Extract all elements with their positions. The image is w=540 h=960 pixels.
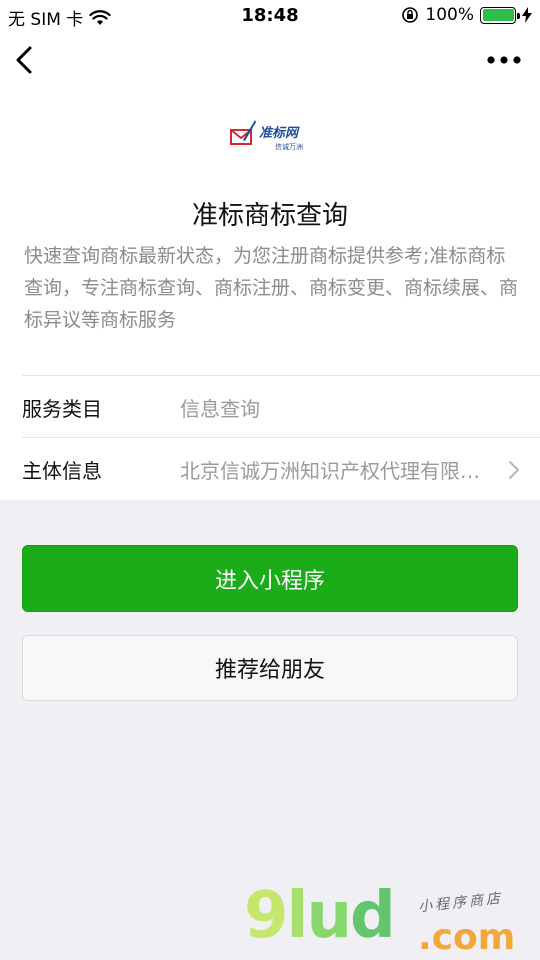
- battery-percent: 100%: [425, 5, 474, 25]
- enter-miniprogram-button[interactable]: 进入小程序: [22, 545, 518, 612]
- screen: 无 SIM 卡 18:48 100% 准标网 信诚万洲 准标商标查询 快速查询商…: [0, 0, 540, 960]
- watermark-l: l: [286, 879, 309, 953]
- logo-name: 准标网: [259, 126, 299, 141]
- status-bar: 无 SIM 卡 18:48 100%: [0, 0, 540, 32]
- watermark-9: 9: [244, 879, 289, 953]
- app-description: 快速查询商标最新状态，为您注册商标提供参考;准标商标查询，专注商标查询、商标注册…: [24, 245, 519, 331]
- logo-envelope-icon: [230, 120, 256, 145]
- entity-label: 主体信息: [22, 459, 102, 483]
- orientation-lock-icon: [402, 7, 419, 23]
- watermark-tagline: 小程序商店: [417, 890, 504, 916]
- watermark-domain: .com: [418, 917, 516, 958]
- charging-icon: [522, 7, 532, 23]
- battery-level: [482, 9, 514, 21]
- watermark-brand: 9lud: [244, 884, 396, 948]
- recommend-to-friend-button[interactable]: 推荐给朋友: [22, 635, 518, 701]
- nav-bar: [0, 32, 540, 88]
- info-row-entity[interactable]: 主体信息 北京信诚万洲知识产权代理有限公司: [22, 437, 540, 501]
- logo-subtitle: 信诚万洲: [275, 143, 303, 151]
- info-list: 服务类目 信息查询 主体信息 北京信诚万洲知识产权代理有限公司: [0, 375, 540, 501]
- info-row-service-category: 服务类目 信息查询: [22, 375, 540, 437]
- service-category-label: 服务类目: [22, 397, 102, 421]
- watermark-d: d: [350, 879, 396, 953]
- more-icon[interactable]: [486, 52, 522, 68]
- chevron-right-icon: [509, 461, 520, 479]
- battery-icon: [480, 6, 520, 24]
- entity-value: 北京信诚万洲知识产权代理有限公司: [180, 459, 490, 483]
- app-logo: 准标网 信诚万洲: [225, 112, 315, 156]
- back-icon[interactable]: [10, 42, 40, 78]
- service-category-value: 信息查询: [180, 397, 260, 421]
- watermark: 9lud 小程序商店 .com: [240, 880, 540, 960]
- status-right: 100%: [401, 5, 532, 25]
- app-title: 准标商标查询: [191, 201, 348, 231]
- watermark-u: u: [306, 879, 352, 953]
